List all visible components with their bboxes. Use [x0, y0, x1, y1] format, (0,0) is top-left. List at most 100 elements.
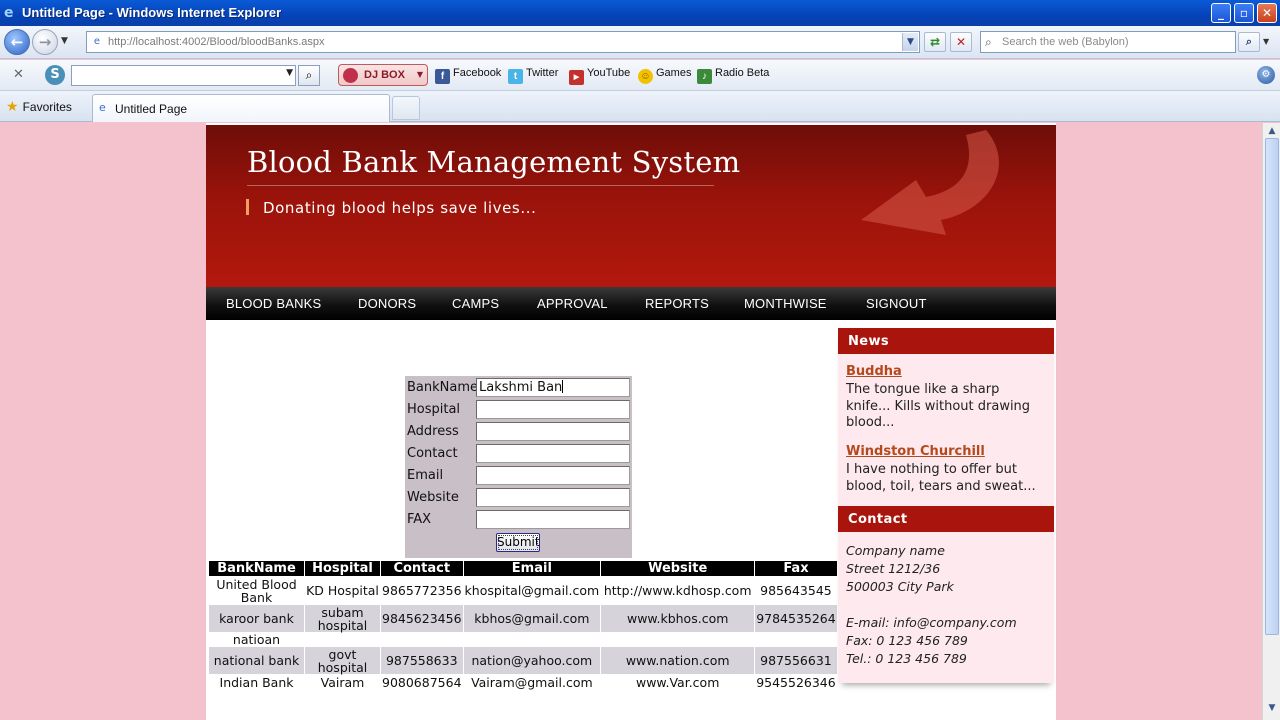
djbox-dropdown-icon: ▼: [416, 70, 423, 79]
twitter-link[interactable]: t Twitter: [508, 67, 558, 84]
news-text: The tongue like a sharp knife... Kills w…: [846, 382, 1031, 430]
column-header: Fax: [754, 560, 838, 577]
table-cell: [380, 632, 464, 647]
scroll-up-icon[interactable]: ▲: [1266, 126, 1278, 136]
contact-label: Contact: [407, 446, 458, 461]
table-cell: [754, 632, 838, 647]
contact-heading: Contact: [838, 506, 1054, 532]
djbox-button[interactable]: DJ BOX ▼: [338, 64, 428, 86]
radio-link[interactable]: ♪ Radio Beta: [697, 67, 769, 84]
search-options-icon[interactable]: ▼: [1263, 37, 1269, 46]
minimize-button[interactable]: _: [1211, 3, 1231, 23]
tabs-bar: ★ Favorites e Untitled Page: [0, 91, 1280, 122]
title-divider: [247, 185, 714, 186]
close-toolbar-icon[interactable]: ✕: [13, 67, 24, 82]
contact-city: 500003 City Park: [846, 579, 954, 594]
toolbar-search-button[interactable]: ⌕: [298, 65, 320, 86]
table-cell: kbhos@gmail.com: [462, 604, 602, 633]
games-smiley-icon: ☺: [638, 69, 653, 84]
bankname-input[interactable]: Lakshmi Ban: [476, 378, 630, 397]
site-header: Blood Bank Management System Donating bl…: [206, 125, 1056, 287]
submit-button[interactable]: Submit: [496, 533, 540, 552]
news-heading: News: [838, 328, 1054, 354]
favorites-star-icon: ★: [6, 98, 19, 114]
new-tab-button[interactable]: [392, 96, 420, 120]
site-tagline: Donating blood helps save lives...: [263, 199, 537, 217]
table-row: karoor bank subam hospital 9845623456 kb…: [208, 604, 838, 633]
menu-item-donors[interactable]: DONORS: [358, 296, 416, 311]
address-dropdown-icon[interactable]: ▼: [902, 33, 918, 51]
website-input[interactable]: [476, 488, 630, 507]
site-title: Blood Bank Management System: [247, 145, 741, 179]
ie-logo-icon: e: [4, 5, 14, 21]
table-cell: 985643545: [754, 576, 838, 605]
table-cell: karoor bank: [208, 604, 305, 633]
page-icon: e: [93, 36, 101, 47]
games-link[interactable]: ☺ Games: [638, 67, 691, 84]
search-go-button[interactable]: ⌕: [1238, 32, 1260, 52]
website-label: Website: [407, 490, 459, 505]
toolbar-search-input[interactable]: ▼: [71, 65, 296, 86]
news-link-churchill[interactable]: Windston Churchill: [846, 444, 985, 459]
table-cell: khospital@gmail.com: [462, 576, 602, 605]
back-button[interactable]: ←: [4, 29, 30, 55]
menu-item-signout[interactable]: SIGNOUT: [866, 296, 927, 311]
radio-icon: ♪: [697, 69, 712, 84]
menu-item-monthwise[interactable]: MONTHWISE: [744, 296, 827, 311]
refresh-button[interactable]: ⇄: [924, 32, 946, 52]
table-row: national bank govt hospital 987558633 na…: [208, 646, 838, 675]
table-cell: 9784535264: [754, 604, 838, 633]
facebook-link[interactable]: f Facebook: [435, 67, 501, 84]
addon-toolbar: ✕ S ▼ ⌕ DJ BOX ▼ f Facebook t Twitter ▶ You…: [0, 60, 1280, 91]
table-cell: 987558633: [380, 646, 464, 675]
table-cell: natioan: [208, 632, 305, 647]
table-row: Indian Bank Vairam 9080687564 Vairam@gma…: [208, 674, 838, 690]
djbox-icon: [343, 68, 358, 83]
menu-item-reports[interactable]: REPORTS: [645, 296, 709, 311]
fax-input[interactable]: [476, 510, 630, 529]
address-url[interactable]: http://localhost:4002/Blood/bloodBanks.a…: [108, 36, 324, 48]
tagline-accent: [246, 199, 249, 215]
favorites-button[interactable]: ★ Favorites: [6, 98, 72, 115]
menu-item-approval[interactable]: APPROVAL: [537, 296, 608, 311]
hospital-input[interactable]: [476, 400, 630, 419]
hospital-label: Hospital: [407, 402, 461, 417]
close-button[interactable]: ✕: [1257, 3, 1277, 23]
vertical-scrollbar[interactable]: ▲ ▼: [1262, 123, 1280, 720]
tab-label: Untitled Page: [115, 102, 188, 116]
fax-label: FAX: [407, 512, 432, 527]
djbox-label: DJ BOX: [364, 69, 405, 81]
contact-street: Street 1212/36: [846, 561, 941, 576]
table-cell: 9865772356: [380, 576, 464, 605]
twitter-icon: t: [508, 69, 523, 84]
web-search-box[interactable]: ⌕ Search the web (Babylon): [980, 31, 1236, 53]
toolbar-dropdown-icon[interactable]: ▼: [286, 68, 293, 78]
toolbar-options-icon[interactable]: ⚙: [1257, 66, 1275, 84]
page-viewport: Blood Bank Management System Donating bl…: [0, 123, 1262, 720]
maximize-button[interactable]: ▫: [1234, 3, 1254, 23]
forward-button[interactable]: →: [32, 29, 58, 55]
menu-item-blood-banks[interactable]: BLOOD BANKS: [226, 296, 321, 311]
table-cell: United Blood Bank: [208, 576, 305, 605]
address-input[interactable]: [476, 422, 630, 441]
scrollbar-thumb[interactable]: [1265, 138, 1279, 635]
column-header: BankName: [208, 560, 305, 577]
table-cell: 987556631: [754, 646, 838, 675]
stop-button[interactable]: ✕: [950, 32, 972, 52]
address-bar[interactable]: e http://localhost:4002/Blood/bloodBanks…: [86, 31, 920, 53]
table-header-row: BankName Hospital Contact Email Website …: [208, 560, 838, 577]
tab-untitled-page[interactable]: e Untitled Page: [92, 94, 390, 122]
history-dropdown-icon[interactable]: ▼: [61, 36, 68, 46]
main-menu: BLOOD BANKS DONORS CAMPS APPROVAL REPORT…: [206, 287, 1056, 320]
contact-company: Company name: [846, 543, 945, 558]
email-input[interactable]: [476, 466, 630, 485]
table-cell: 9845623456: [380, 604, 464, 633]
news-link-buddha[interactable]: Buddha: [846, 364, 902, 379]
contact-input[interactable]: [476, 444, 630, 463]
table-cell: Indian Bank: [208, 674, 305, 690]
menu-item-camps[interactable]: CAMPS: [452, 296, 499, 311]
scroll-down-icon[interactable]: ▼: [1266, 703, 1278, 713]
youtube-link[interactable]: ▶ YouTube: [569, 67, 630, 85]
toolbar-logo-icon[interactable]: S: [45, 65, 65, 85]
tab-page-icon: e: [99, 101, 106, 114]
